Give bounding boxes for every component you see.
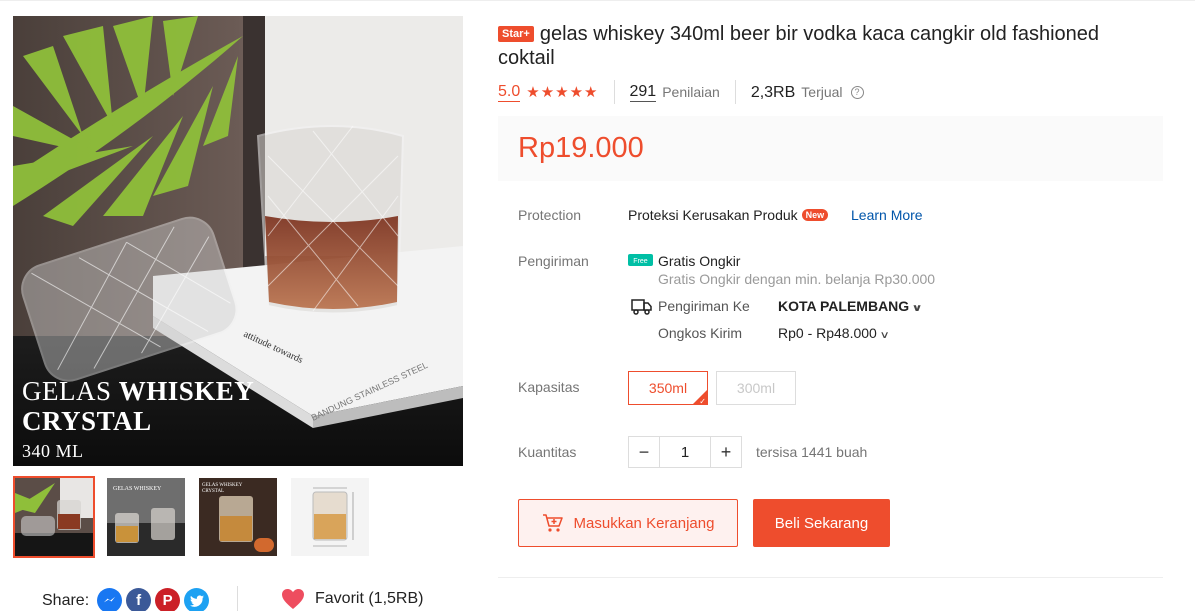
- favorite-label: Favorit (1,5RB): [315, 590, 424, 607]
- star-plus-badge: Star+: [498, 26, 534, 42]
- chevron-down-icon: ∨: [879, 330, 890, 341]
- share-label: Share:: [42, 591, 90, 609]
- new-badge: New: [801, 209, 829, 221]
- decrease-button[interactable]: −: [628, 436, 660, 468]
- add-to-cart-button[interactable]: Masukkan Keranjang: [518, 499, 738, 547]
- sold-label: Terjual: [801, 84, 843, 100]
- section-divider: [498, 577, 1163, 578]
- thumbnail-2[interactable]: GELAS WHISKEY: [105, 476, 187, 558]
- svg-text:CRYSTAL: CRYSTAL: [202, 489, 224, 494]
- thumbnail-1[interactable]: [13, 476, 95, 558]
- truck-icon: [631, 299, 652, 315]
- shipping-label: Pengiriman: [518, 253, 589, 269]
- buy-now-label: Beli Sekarang: [774, 514, 869, 532]
- image-caption: GELAS WHISKEY CRYSTAL 340 ML: [22, 376, 255, 461]
- shipping-cost-dropdown[interactable]: Rp0 - Rp48.000 ∨: [778, 325, 890, 341]
- free-shipping-title: Gratis Ongkir: [658, 253, 741, 269]
- twitter-icon[interactable]: [184, 588, 210, 611]
- price-section: Rp19.000: [498, 116, 1163, 181]
- sold-stat: 2,3RB Terjual ?: [751, 83, 864, 102]
- capacity-label: Kapasitas: [518, 379, 580, 395]
- facebook-icon[interactable]: f: [126, 588, 152, 611]
- svg-text:GELAS WHISKEY: GELAS WHISKEY: [202, 483, 243, 488]
- quantity-input[interactable]: [660, 436, 710, 468]
- help-icon[interactable]: ?: [850, 85, 864, 99]
- share-row: Share: f P: [42, 588, 210, 611]
- thumbnail-3[interactable]: GELAS WHISKEY CRYSTAL: [197, 476, 279, 558]
- reviews-count: 291: [629, 83, 657, 102]
- protection-text: Proteksi Kerusakan Produk: [628, 207, 798, 223]
- rating-value: 5.0: [498, 83, 521, 102]
- free-shipping-subtitle: Gratis Ongkir dengan min. belanja Rp30.0…: [658, 271, 936, 287]
- price: Rp19.000: [518, 132, 644, 164]
- rating-stat[interactable]: 5.0 ★★★★★: [498, 82, 599, 102]
- thumbnail-4[interactable]: [289, 476, 371, 558]
- pinterest-icon[interactable]: P: [155, 588, 181, 611]
- ship-to-dropdown[interactable]: KOTA PALEMBANG ∨: [778, 298, 923, 314]
- protection-info: Proteksi Kerusakan Produk New: [628, 207, 829, 223]
- svg-text:Free: Free: [633, 258, 648, 265]
- learn-more-link[interactable]: Learn More: [851, 207, 923, 223]
- favorite-button[interactable]: Favorit (1,5RB): [281, 588, 423, 610]
- cart-icon: [542, 514, 563, 532]
- stat-separator: [613, 80, 615, 104]
- rating-stars-icon: ★★★★★: [526, 84, 599, 101]
- buy-now-button[interactable]: Beli Sekarang: [753, 499, 890, 547]
- reviews-label: Penilaian: [662, 84, 720, 100]
- protection-label: Protection: [518, 207, 582, 223]
- add-to-cart-label: Masukkan Keranjang: [573, 514, 715, 532]
- svg-text:GELAS WHISKEY: GELAS WHISKEY: [113, 486, 162, 492]
- chevron-down-icon: ∨: [911, 303, 923, 314]
- variant-300ml[interactable]: 300ml: [716, 371, 796, 405]
- heart-icon: [282, 589, 304, 609]
- quantity-stepper: − +: [628, 436, 742, 468]
- check-icon: ✓: [699, 397, 706, 405]
- free-shipping-icon: Free: [628, 254, 653, 266]
- increase-button[interactable]: +: [710, 436, 742, 468]
- ship-to-label: Pengiriman Ke: [658, 298, 750, 314]
- share-divider: [237, 586, 238, 611]
- stat-separator: [734, 80, 736, 104]
- product-title: Star+ gelas whiskey 340ml beer bir vodka …: [498, 22, 1138, 70]
- stock-info: tersisa 1441 buah: [756, 444, 868, 460]
- product-stats: 5.0 ★★★★★ 291 Penilaian 2,3RB Terjual ?: [498, 80, 864, 104]
- product-title-text: gelas whiskey 340ml beer bir vodka kaca …: [498, 23, 1100, 69]
- top-divider: [0, 0, 1195, 1]
- reviews-stat[interactable]: 291 Penilaian: [629, 82, 720, 102]
- variant-350ml[interactable]: 350ml ✓: [628, 371, 708, 405]
- product-main-image[interactable]: attitude towards BANDUNG STAINLESS STEEL…: [13, 16, 463, 466]
- thumbnail-strip: GELAS WHISKEY GELAS WHISKEY CRYSTAL: [13, 476, 371, 558]
- messenger-icon[interactable]: [97, 588, 123, 611]
- shipping-cost-label: Ongkos Kirim: [658, 325, 743, 341]
- sold-count: 2,3RB: [750, 83, 796, 101]
- quantity-label: Kuantitas: [518, 444, 577, 460]
